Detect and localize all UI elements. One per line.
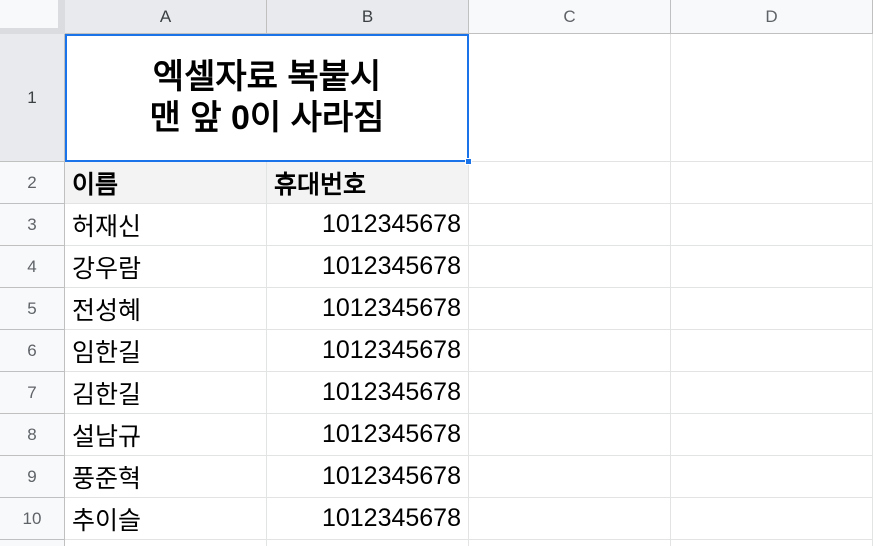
column-header-d[interactable]: D [671, 0, 873, 34]
cell-d6[interactable] [671, 330, 873, 372]
cell-c3[interactable] [469, 204, 671, 246]
column-header-a[interactable]: A [65, 0, 267, 34]
cell-b2-phone-header[interactable]: 휴대번호 [267, 162, 469, 204]
spreadsheet-grid: A B C D 1 2 3 4 5 6 7 8 9 10 이름 휴대번호 허재신… [0, 0, 873, 546]
cell-a10[interactable]: 추이슬 [65, 498, 267, 540]
cell-a8[interactable]: 설남규 [65, 414, 267, 456]
cell-a11-partial[interactable] [65, 540, 267, 546]
row-header-1[interactable]: 1 [0, 34, 65, 162]
row-header-3[interactable]: 3 [0, 204, 65, 246]
cell-c7[interactable] [469, 372, 671, 414]
cell-d3[interactable] [671, 204, 873, 246]
row-header-9[interactable]: 9 [0, 456, 65, 498]
cell-b6[interactable]: 1012345678 [267, 330, 469, 372]
cell-a7[interactable]: 김한길 [65, 372, 267, 414]
row-header-6[interactable]: 6 [0, 330, 65, 372]
cell-c6[interactable] [469, 330, 671, 372]
cell-b3[interactable]: 1012345678 [267, 204, 469, 246]
cell-a5[interactable]: 전성혜 [65, 288, 267, 330]
cell-c9[interactable] [469, 456, 671, 498]
cell-a4[interactable]: 강우람 [65, 246, 267, 288]
title-line-1: 엑셀자료 복붙시 [152, 58, 382, 97]
cell-b10[interactable]: 1012345678 [267, 498, 469, 540]
title-line-2: 맨 앞 0이 사라짐 [149, 99, 385, 137]
row-header-11-partial[interactable] [0, 540, 65, 546]
cell-b11-partial[interactable] [267, 540, 469, 546]
cell-c1[interactable] [469, 34, 671, 162]
cell-c2[interactable] [469, 162, 671, 204]
select-all-corner[interactable] [0, 0, 65, 34]
cell-d2[interactable] [671, 162, 873, 204]
cell-d4[interactable] [671, 246, 873, 288]
cell-b5[interactable]: 1012345678 [267, 288, 469, 330]
cell-b4[interactable]: 1012345678 [267, 246, 469, 288]
cell-d7[interactable] [671, 372, 873, 414]
cell-b8[interactable]: 1012345678 [267, 414, 469, 456]
row-header-10[interactable]: 10 [0, 498, 65, 540]
fill-handle[interactable] [465, 158, 472, 165]
row-header-8[interactable]: 8 [0, 414, 65, 456]
cell-a2-name-header[interactable]: 이름 [65, 162, 267, 204]
cell-c11-partial[interactable] [469, 540, 671, 546]
cell-d11-partial[interactable] [671, 540, 873, 546]
cell-d8[interactable] [671, 414, 873, 456]
cell-d10[interactable] [671, 498, 873, 540]
cell-d9[interactable] [671, 456, 873, 498]
row-header-7[interactable]: 7 [0, 372, 65, 414]
cell-b9[interactable]: 1012345678 [267, 456, 469, 498]
row-header-5[interactable]: 5 [0, 288, 65, 330]
cell-c5[interactable] [469, 288, 671, 330]
cell-a9[interactable]: 풍준혁 [65, 456, 267, 498]
cell-c4[interactable] [469, 246, 671, 288]
cell-d5[interactable] [671, 288, 873, 330]
column-header-c[interactable]: C [469, 0, 671, 34]
cell-a3[interactable]: 허재신 [65, 204, 267, 246]
cell-a6[interactable]: 임한길 [65, 330, 267, 372]
row-header-4[interactable]: 4 [0, 246, 65, 288]
cell-b7[interactable]: 1012345678 [267, 372, 469, 414]
cell-c10[interactable] [469, 498, 671, 540]
column-header-b[interactable]: B [267, 0, 469, 34]
cell-c8[interactable] [469, 414, 671, 456]
row-header-2[interactable]: 2 [0, 162, 65, 204]
cell-d1[interactable] [671, 34, 873, 162]
merged-cell-a1-b1-selected[interactable]: 엑셀자료 복붙시 맨 앞 0이 사라짐 [65, 34, 469, 162]
